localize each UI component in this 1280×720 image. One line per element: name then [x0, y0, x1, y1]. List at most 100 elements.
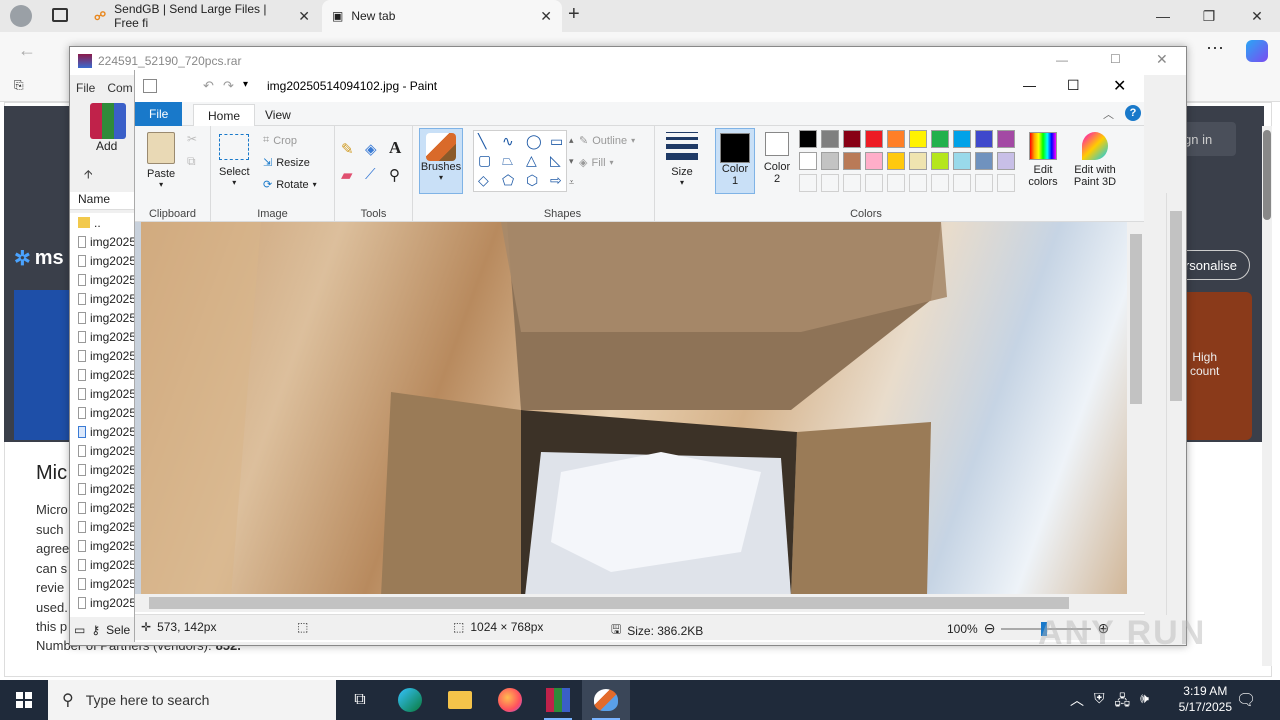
zoom-out-icon[interactable]: ⊖	[984, 620, 996, 637]
list-item[interactable]: ..	[70, 213, 136, 232]
rectangle-shape-icon[interactable]: ▭	[550, 133, 570, 150]
cut-icon[interactable]: ✂	[187, 132, 197, 146]
security-icon[interactable]: ⛨	[1094, 690, 1105, 714]
firefox-icon[interactable]	[486, 680, 534, 720]
list-item[interactable]: img2025	[70, 289, 136, 308]
custom-color-slot[interactable]	[953, 174, 971, 192]
restore-icon[interactable]: ❐	[1186, 0, 1232, 32]
rotate-button[interactable]: ⟳ Rotate ▾	[263, 178, 317, 192]
hexagon-shape-icon[interactable]: ⬡	[526, 172, 546, 189]
shapes-scroll[interactable]: ▴ ▾ ⩡	[569, 130, 574, 193]
custom-color-slot[interactable]	[887, 174, 905, 192]
custom-color-slot[interactable]	[865, 174, 883, 192]
winrar-taskbar-icon[interactable]	[534, 680, 582, 720]
oval-shape-icon[interactable]: ◯	[526, 133, 546, 150]
canvas-hscrollbar[interactable]	[135, 594, 1145, 612]
column-header-name[interactable]: Name	[70, 192, 136, 210]
rounded-rect-shape-icon[interactable]: ▢	[478, 152, 498, 169]
close-tab-icon[interactable]: ✕	[540, 8, 552, 25]
tab-new[interactable]: ▣ New tab ✕	[322, 0, 562, 32]
back-icon[interactable]: ←	[18, 40, 36, 61]
palette-swatch[interactable]	[931, 130, 949, 148]
list-item[interactable]: img2025	[70, 327, 136, 346]
start-button[interactable]	[0, 680, 48, 720]
show-hidden-icons-icon[interactable]: ︿	[1070, 690, 1084, 714]
eraser-icon[interactable]: ▰	[341, 166, 353, 184]
palette-swatch[interactable]	[843, 152, 861, 170]
custom-color-slot[interactable]	[843, 174, 861, 192]
curve-shape-icon[interactable]: ∿	[502, 133, 522, 150]
palette-swatch[interactable]	[953, 130, 971, 148]
list-item[interactable]: img2025	[70, 460, 136, 479]
copilot-icon[interactable]	[1246, 40, 1268, 62]
image-canvas[interactable]	[141, 222, 1127, 596]
shapes-gallery[interactable]: ╲ ∿ ◯ ▭ ▢ ⏢ △ ◺ ◇ ⬠ ⬡ ⇨	[473, 130, 567, 192]
edge-taskbar-icon[interactable]	[386, 680, 434, 720]
palette-swatch[interactable]	[953, 152, 971, 170]
list-item[interactable]: img2025	[70, 346, 136, 365]
edit-paint3d-button[interactable]: Edit with Paint 3D	[1067, 132, 1123, 188]
file-explorer-icon[interactable]	[436, 680, 484, 720]
winrar-menu-commands[interactable]: Com	[107, 81, 132, 99]
paint-taskbar-icon[interactable]	[582, 680, 630, 720]
pentagon-shape-icon[interactable]: ⬠	[502, 172, 522, 189]
profile-avatar[interactable]	[10, 5, 32, 27]
paint-minimize-icon[interactable]: —	[1023, 78, 1036, 93]
palette-swatch[interactable]	[887, 130, 905, 148]
list-item[interactable]: img2025	[70, 517, 136, 536]
fill-button[interactable]: ◈ Fill ▾	[579, 156, 614, 170]
list-item[interactable]: img2025	[70, 270, 136, 289]
list-item[interactable]: img2025	[70, 441, 136, 460]
color1-button[interactable]: Color 1	[715, 128, 755, 194]
tab-home[interactable]: Home	[193, 104, 256, 126]
up-folder-icon[interactable]: 🡩	[84, 165, 93, 186]
custom-color-slot[interactable]	[799, 174, 817, 192]
outline-button[interactable]: ✎ Outline ▾	[579, 134, 635, 148]
list-item[interactable]: img2025	[70, 365, 136, 384]
palette-swatch[interactable]	[931, 152, 949, 170]
tab-view[interactable]: View	[251, 104, 305, 126]
custom-color-slot[interactable]	[821, 174, 839, 192]
color2-button[interactable]: Color 2	[759, 132, 795, 185]
fill-bucket-icon[interactable]: ◈	[365, 140, 377, 158]
canvas-vscrollbar[interactable]	[1127, 222, 1145, 596]
list-item[interactable]: img2025	[70, 479, 136, 498]
add-button-label[interactable]: Add	[96, 139, 117, 153]
magnifier-icon[interactable]: ⚲	[389, 166, 400, 184]
list-item[interactable]: img2025	[70, 498, 136, 517]
list-item[interactable]: img2025	[70, 384, 136, 403]
network-icon[interactable]: 🖧	[1115, 690, 1131, 714]
add-archive-icon[interactable]	[90, 103, 126, 139]
crop-button[interactable]: ⌗ Crop	[263, 134, 297, 147]
undo-icon[interactable]: ↶	[203, 78, 214, 94]
notifications-icon[interactable]: 🗨	[1236, 690, 1256, 710]
list-item[interactable]: img2025	[70, 308, 136, 327]
arrow-shape-icon[interactable]: ⇨	[550, 172, 570, 189]
resize-button[interactable]: ⇲ Resize	[263, 156, 310, 170]
palette-swatch[interactable]	[975, 130, 993, 148]
palette-swatch[interactable]	[799, 130, 817, 148]
winrar-close-icon[interactable]: ✕	[1156, 51, 1168, 68]
palette-swatch[interactable]	[997, 152, 1015, 170]
list-item[interactable]: img2025	[70, 251, 136, 270]
size-button[interactable]: Size ▾	[661, 132, 703, 187]
custom-color-slot[interactable]	[997, 174, 1015, 192]
line-shape-icon[interactable]: ╲	[478, 133, 498, 150]
taskbar-clock[interactable]: 3:19 AM 5/17/2025	[1179, 683, 1232, 715]
copy-icon[interactable]: ⧉	[187, 154, 196, 169]
list-item[interactable]: img2025	[70, 422, 136, 441]
help-icon[interactable]: ?	[1125, 105, 1141, 121]
pencil-icon[interactable]: ✎	[341, 140, 354, 158]
palette-swatch[interactable]	[997, 130, 1015, 148]
brushes-button[interactable]: Brushes ▾	[419, 128, 463, 194]
winrar-maximize-icon[interactable]: ☐	[1110, 52, 1121, 66]
paste-button[interactable]: Paste ▾	[147, 132, 175, 189]
close-tab-icon[interactable]: ✕	[298, 8, 310, 25]
palette-swatch[interactable]	[821, 152, 839, 170]
list-item[interactable]: img2025	[70, 232, 136, 251]
palette-swatch[interactable]	[909, 130, 927, 148]
new-tab-button[interactable]: +	[568, 3, 580, 26]
palette-swatch[interactable]	[909, 152, 927, 170]
select-button[interactable]: Select ▾	[219, 134, 250, 187]
tab-actions-icon[interactable]	[52, 8, 68, 22]
